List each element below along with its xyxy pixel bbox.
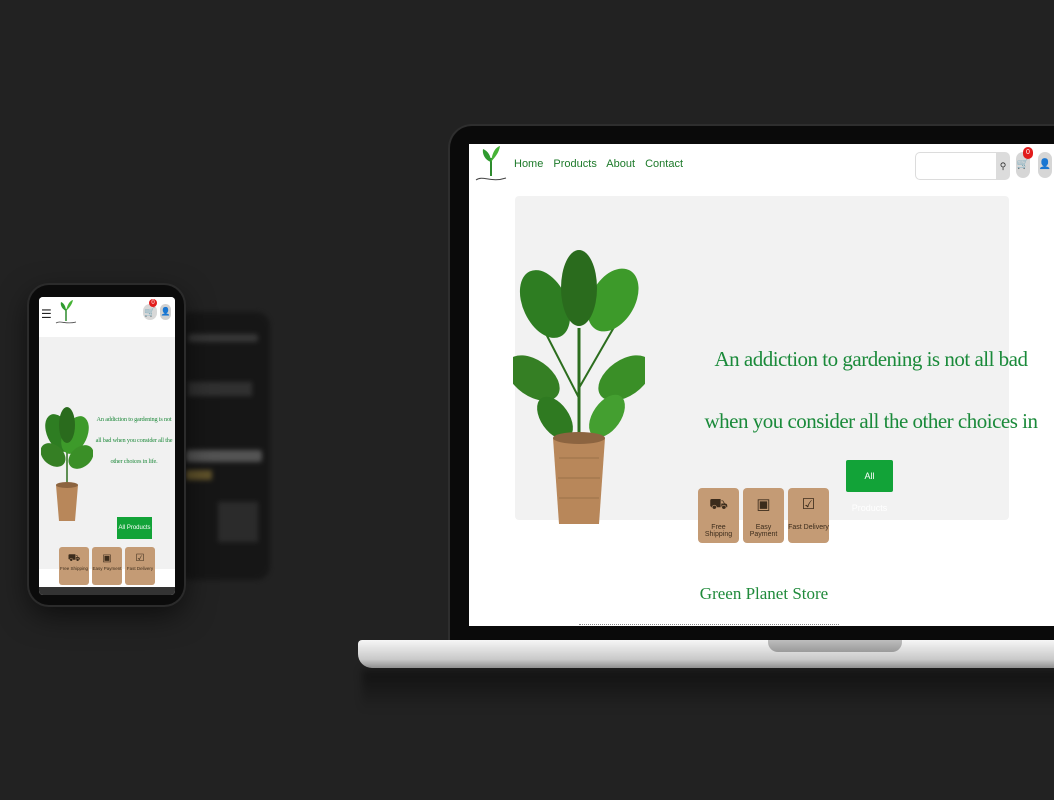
mobile-cart-badge: 0 — [149, 299, 157, 307]
laptop-base — [358, 640, 1054, 668]
feature-fast-delivery: ☑ Fast Delivery — [788, 488, 829, 543]
search-icon[interactable]: ⚲ — [996, 152, 1010, 180]
nav-products-link[interactable]: Products — [553, 158, 596, 170]
mobile-feature-easy-payment: ▣ Easy Payment — [92, 547, 122, 585]
truck-icon: ⛟ — [67, 553, 81, 564]
sprout-logo-icon[interactable] — [53, 297, 79, 329]
main-nav: Home Products About Contact — [514, 158, 690, 170]
nav-home-link[interactable]: Home — [514, 158, 543, 170]
mobile-feature-label: Easy Payment — [92, 566, 122, 571]
ghost-image — [218, 502, 258, 542]
ghost-header — [188, 334, 258, 342]
feature-label: Easy Payment — [749, 524, 778, 538]
ghost-button — [186, 470, 212, 480]
feature-easy-payment: ▣ Easy Payment — [743, 488, 784, 543]
search-input[interactable] — [915, 152, 997, 180]
mobile-header: ☰ 🛒 0 👤 — [39, 297, 175, 333]
laptop-shadow — [362, 670, 1054, 710]
store-subtitle-line — [579, 620, 839, 625]
wallet-icon: ▣ — [756, 496, 771, 513]
mobile-hero-quote: An addiction to gardening is not all bad… — [95, 416, 173, 465]
plant-image — [513, 250, 645, 524]
mobile-user-icon[interactable]: 👤 — [160, 304, 171, 320]
phone-screen: ☰ 🛒 0 👤 An addiction to gardening is not… — [39, 297, 175, 595]
ghost-block — [188, 382, 252, 396]
mobile-feature-label: Fast Delivery — [126, 566, 154, 571]
all-products-button[interactable]: All Products — [846, 460, 893, 513]
clipboard-check-icon: ☑ — [801, 496, 816, 513]
nav-about-link[interactable]: About — [606, 158, 635, 170]
mobile-feature-fast-delivery: ☑ Fast Delivery — [125, 547, 155, 585]
wallet-icon: ▣ — [102, 553, 112, 564]
laptop-screen: Home Products About Contact ⚲ 🛒 0 👤 An a… — [469, 144, 1054, 626]
laptop-notch — [768, 640, 902, 652]
mobile-footer — [39, 587, 175, 595]
store-title: Green Planet Store — [699, 584, 829, 603]
phone-mockup: ☰ 🛒 0 👤 An addiction to gardening is not… — [29, 285, 184, 605]
user-icon[interactable]: 👤 — [1038, 152, 1052, 178]
ghost-bar — [186, 450, 262, 462]
feature-free-shipping: ⛟ Free Shipping — [698, 488, 739, 543]
mobile-all-products-button[interactable]: All Products — [117, 517, 152, 539]
nav-contact-link[interactable]: Contact — [645, 158, 683, 170]
mobile-feature-free-shipping: ⛟ Free Shipping — [59, 547, 89, 585]
clipboard-check-icon: ☑ — [135, 553, 145, 564]
truck-icon: ⛟ — [709, 496, 728, 513]
mobile-hero: An addiction to gardening is not all bad… — [39, 337, 175, 569]
feature-label: Free Shipping — [704, 524, 733, 538]
cart-badge: 0 — [1023, 147, 1033, 159]
mobile-plant-image — [41, 407, 93, 521]
hamburger-icon[interactable]: ☰ — [41, 307, 52, 321]
feature-label: Fast Delivery — [788, 524, 829, 531]
mobile-feature-label: Free Shipping — [59, 566, 89, 571]
sprout-logo-icon[interactable] — [473, 144, 509, 186]
background-phone-mockup — [178, 312, 270, 580]
